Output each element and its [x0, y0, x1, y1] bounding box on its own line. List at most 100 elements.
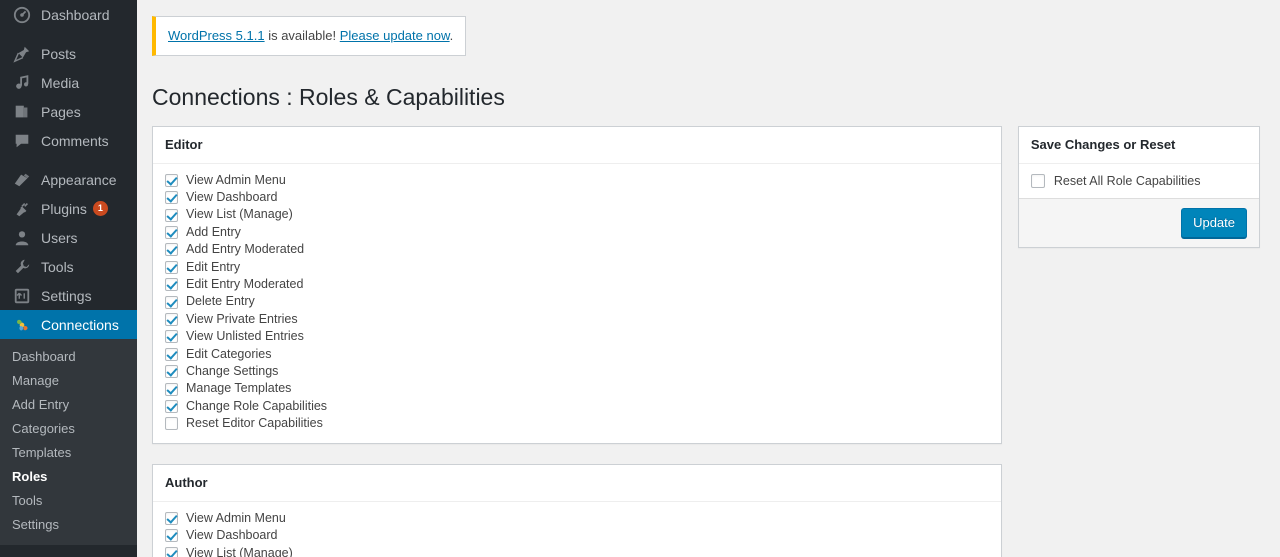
capability-row[interactable]: View List (Manage): [165, 545, 989, 557]
users-icon: [12, 228, 32, 248]
role-box-title: Editor: [153, 127, 1001, 164]
submenu-item-add-entry[interactable]: Add Entry: [0, 393, 137, 417]
capability-checkbox[interactable]: [165, 260, 178, 274]
sidebar-item-settings[interactable]: Settings: [0, 281, 137, 310]
submenu-item-settings[interactable]: Settings: [0, 513, 137, 537]
sidebar-label: Pages: [41, 103, 81, 120]
sidebar-item-tools[interactable]: Tools: [0, 252, 137, 281]
wordpress-version-link[interactable]: WordPress 5.1.1: [168, 28, 265, 43]
submenu-item-tools[interactable]: Tools: [0, 489, 137, 513]
sidebar-item-posts[interactable]: Posts: [0, 39, 137, 68]
sidebar-item-pages[interactable]: Pages: [0, 97, 137, 126]
capability-checkbox[interactable]: [165, 226, 178, 240]
save-changes-box: Save Changes or Reset Reset All Role Cap…: [1017, 125, 1260, 249]
capability-row[interactable]: View Admin Menu: [165, 510, 989, 527]
update-now-link[interactable]: Please update now: [340, 28, 450, 43]
submenu-item-dashboard[interactable]: Dashboard: [0, 345, 137, 369]
connections-submenu: Dashboard Manage Add Entry Categories Te…: [0, 339, 137, 545]
capability-row[interactable]: Add Entry Moderated: [165, 241, 989, 258]
pages-icon: [12, 102, 32, 122]
capability-row[interactable]: Edit Entry: [165, 259, 989, 276]
admin-sidebar: Dashboard Posts Media Pages Comments App…: [0, 0, 145, 557]
capability-checkbox[interactable]: [165, 173, 178, 187]
capability-checkbox[interactable]: [165, 208, 178, 222]
capability-row[interactable]: Change Settings: [165, 363, 989, 380]
capability-label[interactable]: Delete Entry: [186, 293, 255, 310]
sidebar-label: Plugins: [41, 200, 87, 217]
main-content: WordPress 5.1.1 is available! Please upd…: [137, 0, 1280, 557]
capability-row[interactable]: Add Entry: [165, 224, 989, 241]
capability-checkbox[interactable]: [165, 330, 178, 344]
capability-label[interactable]: View List (Manage): [186, 545, 293, 557]
capability-row[interactable]: View Admin Menu: [165, 172, 989, 189]
capability-row[interactable]: View Dashboard: [165, 527, 989, 544]
reset-all-label[interactable]: Reset All Role Capabilities: [1054, 174, 1201, 188]
capability-row[interactable]: Delete Entry: [165, 293, 989, 310]
capability-checkbox[interactable]: [165, 382, 178, 396]
sidebar-item-users[interactable]: Users: [0, 223, 137, 252]
capability-label[interactable]: Add Entry: [186, 224, 241, 241]
capability-checkbox[interactable]: [165, 417, 178, 431]
capability-checkbox[interactable]: [165, 243, 178, 257]
capability-label[interactable]: View Dashboard: [186, 189, 278, 206]
capability-row[interactable]: View Private Entries: [165, 311, 989, 328]
capability-label[interactable]: Edit Entry Moderated: [186, 276, 303, 293]
submenu-item-roles[interactable]: Roles: [0, 465, 137, 489]
page-title: Connections : Roles & Capabilities: [152, 83, 505, 110]
sidebar-label: Settings: [41, 287, 92, 304]
submenu-item-templates[interactable]: Templates: [0, 441, 137, 465]
sidebar-label: Appearance: [41, 171, 117, 188]
sidebar-label: Dashboard: [41, 6, 110, 23]
comments-icon: [12, 131, 32, 151]
capability-checkbox[interactable]: [165, 191, 178, 205]
capability-row[interactable]: Edit Entry Moderated: [165, 276, 989, 293]
sidebar-item-dashboard[interactable]: Dashboard: [0, 0, 137, 29]
capability-row[interactable]: View List (Manage): [165, 206, 989, 223]
capability-checkbox[interactable]: [165, 295, 178, 309]
capability-label[interactable]: View List (Manage): [186, 206, 293, 223]
capability-label[interactable]: Reset Editor Capabilities: [186, 415, 323, 432]
capability-row[interactable]: View Dashboard: [165, 189, 989, 206]
capability-checkbox[interactable]: [165, 399, 178, 413]
reset-all-checkbox[interactable]: [1030, 173, 1045, 188]
sidebar-item-comments[interactable]: Comments: [0, 126, 137, 155]
capability-row[interactable]: Manage Templates: [165, 380, 989, 397]
capability-checkbox[interactable]: [165, 365, 178, 379]
capability-label[interactable]: View Admin Menu: [186, 510, 286, 527]
role-box-title: Author: [153, 465, 1001, 502]
sidebar-item-appearance[interactable]: Appearance: [0, 165, 137, 194]
capability-row[interactable]: Reset Editor Capabilities: [165, 415, 989, 432]
capability-row[interactable]: Change Role Capabilities: [165, 398, 989, 415]
capability-checkbox[interactable]: [165, 511, 178, 525]
capability-label[interactable]: Change Role Capabilities: [186, 398, 327, 415]
sidebar-item-media[interactable]: Media: [0, 68, 137, 97]
capability-checkbox[interactable]: [165, 529, 178, 543]
capability-checkbox[interactable]: [165, 546, 178, 557]
capability-label[interactable]: Change Settings: [186, 363, 278, 380]
sidebar-item-connections[interactable]: Connections: [0, 310, 145, 339]
capability-label[interactable]: View Dashboard: [186, 527, 278, 544]
capability-checkbox[interactable]: [165, 278, 178, 292]
capability-checkbox[interactable]: [165, 313, 178, 326]
update-button[interactable]: Update: [1181, 207, 1247, 239]
capability-row[interactable]: Edit Categories: [165, 346, 989, 363]
submenu-item-manage[interactable]: Manage: [0, 369, 137, 393]
plugins-icon: [12, 199, 32, 219]
roles-column: Editor View Admin Menu View Dashboard Vi…: [152, 125, 1002, 557]
capability-label[interactable]: View Unlisted Entries: [186, 328, 304, 345]
capability-checkbox[interactable]: [165, 347, 178, 361]
capability-label[interactable]: View Private Entries: [186, 311, 298, 328]
capability-label[interactable]: Manage Templates: [186, 380, 291, 397]
submenu-item-categories[interactable]: Categories: [0, 417, 137, 441]
reset-all-row[interactable]: Reset All Role Capabilities: [1030, 173, 1247, 188]
capability-label[interactable]: View Admin Menu: [186, 172, 286, 189]
dashboard-icon: [12, 5, 32, 25]
sidebar-item-plugins[interactable]: Plugins 1: [0, 194, 137, 223]
role-box-editor: Editor View Admin Menu View Dashboard Vi…: [152, 125, 1002, 444]
capability-label[interactable]: Edit Entry: [186, 259, 240, 276]
capability-label[interactable]: Add Entry Moderated: [186, 241, 304, 258]
plugins-update-badge: 1: [92, 201, 108, 216]
sidebar-label: Posts: [41, 45, 77, 62]
capability-label[interactable]: Edit Categories: [186, 346, 271, 363]
capability-row[interactable]: View Unlisted Entries: [165, 328, 989, 345]
